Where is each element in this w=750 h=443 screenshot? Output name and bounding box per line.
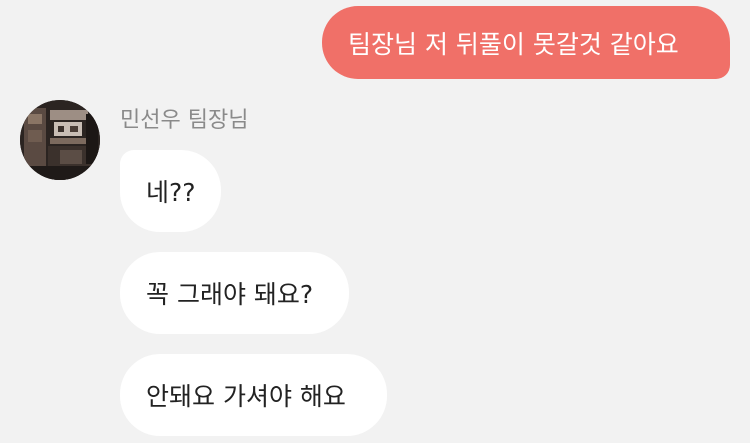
incoming-message-bubble[interactable]: 꼭 그래야 돼요? bbox=[120, 252, 349, 334]
incoming-message-bubble[interactable]: 네?? bbox=[120, 150, 221, 232]
sender-avatar[interactable] bbox=[20, 100, 100, 180]
message-text: 팀장님 저 뒤풀이 못갈것 같아요 bbox=[348, 29, 679, 59]
profile-photo-icon bbox=[20, 100, 100, 180]
message-text: 네?? bbox=[146, 178, 196, 207]
outgoing-message-bubble[interactable]: 팀장님 저 뒤풀이 못갈것 같아요 bbox=[322, 6, 730, 79]
incoming-message-bubble[interactable]: 안돼요 가셔야 해요 bbox=[120, 354, 387, 436]
sender-name: 민선우 팀장님 bbox=[120, 108, 249, 133]
message-text: 꼭 그래야 돼요? bbox=[146, 280, 314, 309]
message-text: 안돼요 가셔야 해요 bbox=[146, 382, 346, 411]
